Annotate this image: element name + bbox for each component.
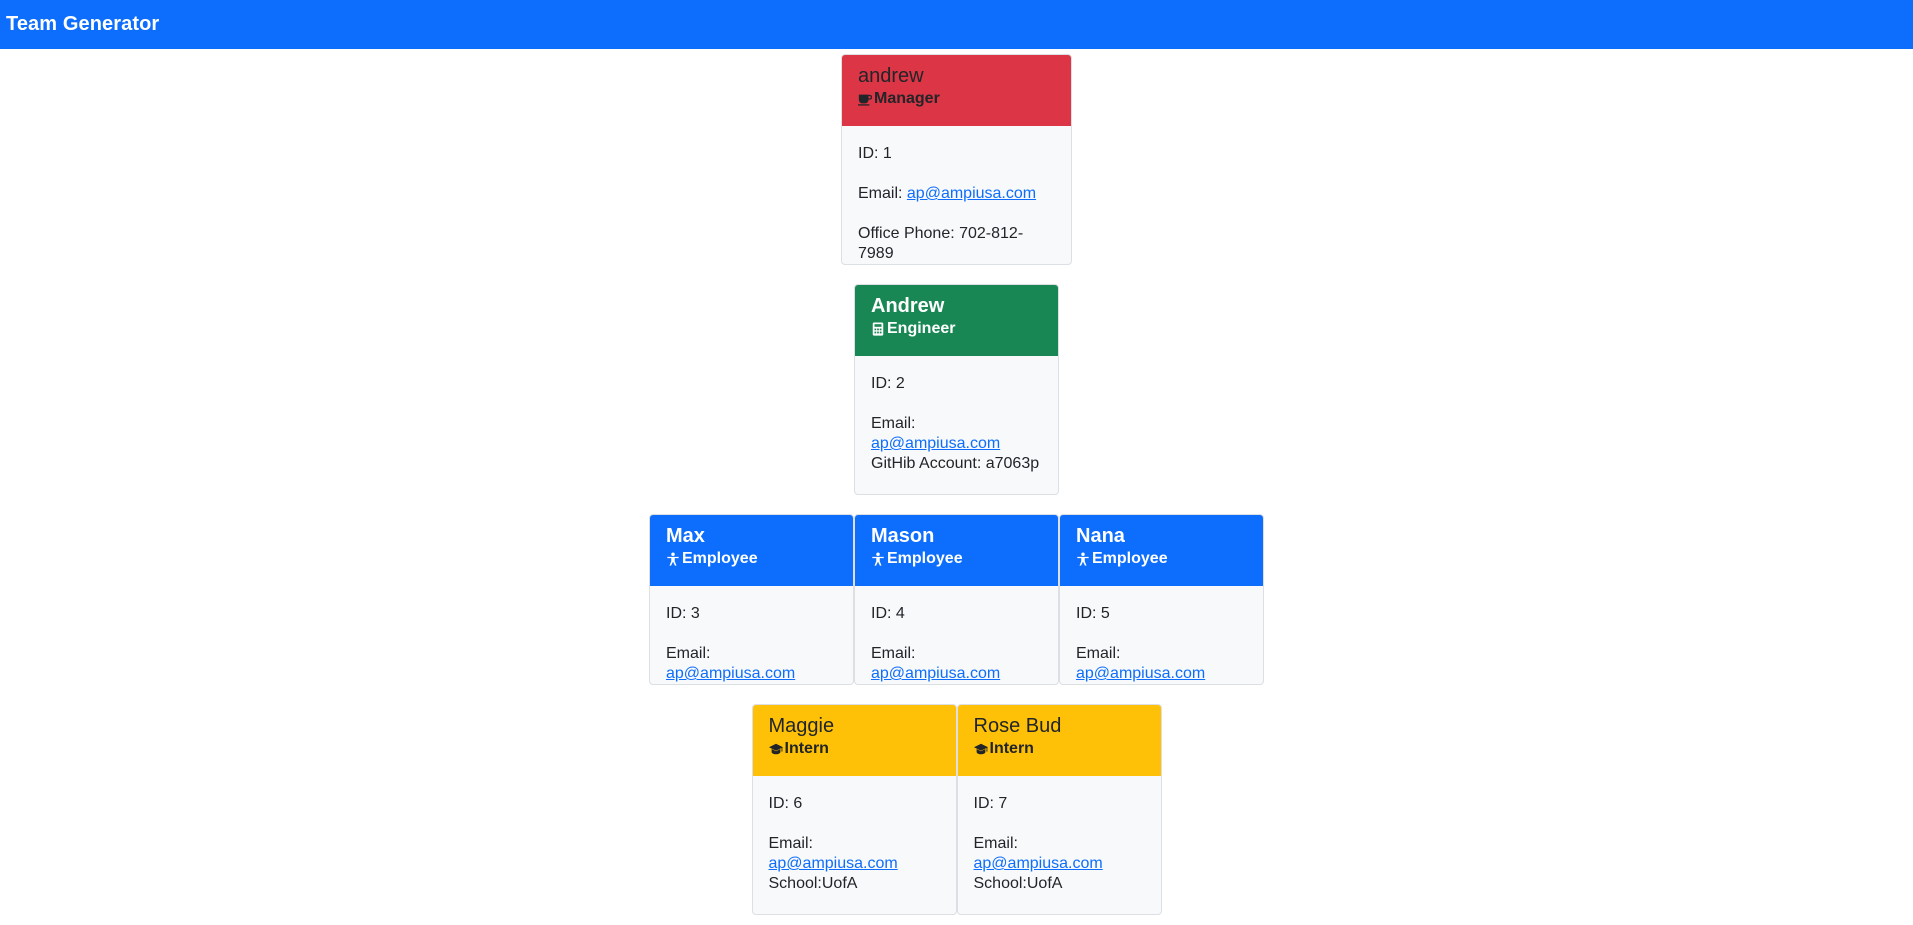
email-line: Email: ap@ampiusa.com [1076,645,1206,682]
role-label: Employee [682,550,758,567]
email-link[interactable]: ap@ampiusa.com [974,855,1103,872]
id-value: 5 [1100,605,1110,622]
employee-role: Employee [1076,549,1247,569]
card-body: ID: 1 Email: ap@ampiusa.com Office Phone… [842,126,1071,264]
employee-name: Nana [1076,525,1125,547]
employee-card: Mason Employee ID: 4 Email: ap@ampiusa.c… [854,514,1059,685]
intern-row: Maggie Intern ID: 6 Email: ap@ampiusa.co… [0,704,1913,915]
card-header: Mason Employee [855,515,1058,586]
card-header: Rose Bud Intern [957,705,1161,776]
card-body: ID: 7 Email: ap@ampiusa.com School:UofA [958,776,1161,914]
graduation-cap-icon [973,742,988,756]
employee-name: Rose Bud [973,715,1062,737]
engineer-card: Andrew Engineer ID: 2 Email: ap@ampiusa.… [854,284,1059,495]
employee-card: Max Employee ID: 3 Email: ap@ampiusa.com [649,514,854,685]
card-header: Max Employee [650,515,853,586]
coffee-cup-icon [858,92,872,106]
id-line: ID: 7 [973,795,1008,812]
intern-card: Rose Bud Intern ID: 7 Email: ap@ampiusa.… [956,704,1162,915]
id-value: 4 [895,605,905,622]
school-value: UofA [821,875,858,892]
role-label: Employee [1092,550,1168,567]
manager-row: andrew Manager ID: 1 Email: ap@ampiusa.c… [0,54,1913,265]
email-line: Email: ap@ampiusa.com [858,185,1037,202]
role-label: Engineer [887,320,956,337]
id-line: ID: 5 [1076,605,1110,622]
id-line: ID: 2 [871,375,905,392]
id-value: 1 [882,145,892,162]
id-value: 2 [895,375,905,392]
card-body: ID: 2 Email: ap@ampiusa.com GitHib Accou… [855,356,1058,494]
id-value: 7 [998,795,1008,812]
intern-card: Maggie Intern ID: 6 Email: ap@ampiusa.co… [751,704,957,915]
employee-card: Nana Employee ID: 5 Email: ap@ampiusa.co… [1059,514,1264,685]
card-header: Andrew Engineer [855,285,1058,356]
employee-row: Max Employee ID: 3 Email: ap@ampiusa.com… [0,514,1913,685]
role-label: Manager [874,90,940,107]
school-value: UofA [1026,875,1063,892]
employee-name: andrew [858,65,924,87]
github-value: a7063p [985,455,1040,472]
navbar: Team Generator [0,0,1913,49]
navbar-brand[interactable]: Team Generator [6,13,159,36]
employee-role: Intern [768,739,940,759]
id-line: ID: 3 [666,605,700,622]
employee-role: Employee [871,549,1042,569]
card-body: ID: 6 Email: ap@ampiusa.com School:UofA [753,776,956,914]
employee-name: Mason [871,525,935,547]
employee-role: Employee [666,549,837,569]
email-line: Email: ap@ampiusa.com [768,835,898,872]
email-link[interactable]: ap@ampiusa.com [907,185,1036,202]
manager-card: andrew Manager ID: 1 Email: ap@ampiusa.c… [841,54,1072,265]
card-body: ID: 3 Email: ap@ampiusa.com [650,586,853,684]
card-body: ID: 4 Email: ap@ampiusa.com [855,586,1058,684]
school-line: School:UofA [768,875,858,892]
employee-name: Andrew [871,295,945,317]
github-line: GitHib Account: a7063p [871,455,1040,472]
email-line: Email: ap@ampiusa.com [871,415,1001,452]
school-line: School:UofA [973,875,1063,892]
card-header: Maggie Intern [752,705,956,776]
email-link[interactable]: ap@ampiusa.com [1076,665,1205,682]
card-header: Nana Employee [1060,515,1263,586]
employee-role: Intern [973,739,1145,759]
calculator-icon [871,322,885,336]
role-label: Employee [887,550,963,567]
email-link[interactable]: ap@ampiusa.com [769,855,898,872]
email-line: Email: ap@ampiusa.com [871,645,1001,682]
id-line: ID: 1 [858,145,892,162]
graduation-cap-icon [768,742,783,756]
id-line: ID: 6 [768,795,803,812]
email-link[interactable]: ap@ampiusa.com [871,665,1000,682]
office-phone-line: Office Phone: 702-812-7989 [858,225,1024,262]
engineer-row: Andrew Engineer ID: 2 Email: ap@ampiusa.… [0,284,1913,495]
card-header: andrew Manager [842,55,1071,126]
id-value: 6 [793,795,803,812]
id-value: 3 [690,605,700,622]
person-icon [666,552,680,566]
email-link[interactable]: ap@ampiusa.com [666,665,795,682]
employee-name: Max [666,525,705,547]
person-icon [1076,552,1090,566]
email-link[interactable]: ap@ampiusa.com [871,435,1000,452]
employee-role: Manager [858,89,1055,109]
id-line: ID: 4 [871,605,905,622]
email-line: Email: ap@ampiusa.com [973,835,1103,872]
employee-name: Maggie [768,715,835,737]
card-body: ID: 5 Email: ap@ampiusa.com [1060,586,1263,684]
person-icon [871,552,885,566]
role-label: Intern [784,740,829,757]
role-label: Intern [989,740,1034,757]
employee-role: Engineer [871,319,1042,339]
email-line: Email: ap@ampiusa.com [666,645,796,682]
